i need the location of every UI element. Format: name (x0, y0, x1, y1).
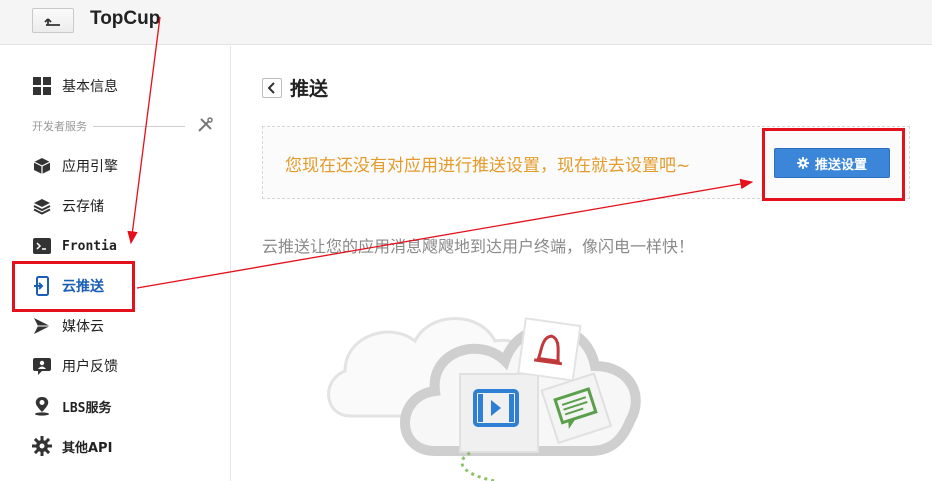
annotation-arrows (127, 16, 754, 289)
annotation-arrow-right (136, 178, 754, 289)
annotation-arrow-down (127, 16, 161, 245)
